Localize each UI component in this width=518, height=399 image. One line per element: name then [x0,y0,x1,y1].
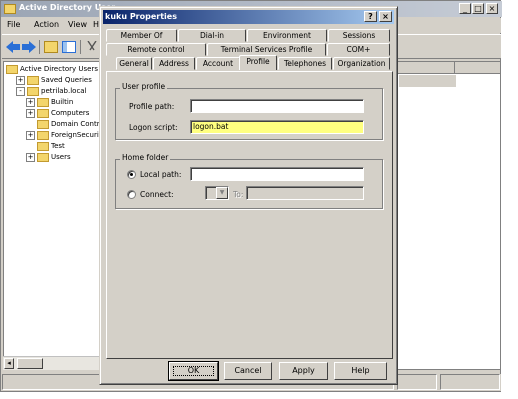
up-folder-icon[interactable] [44,41,58,53]
status-cell [440,374,500,390]
connect-radio[interactable] [127,190,136,199]
tree-item-label: Builtin [51,98,74,106]
forward-arrow-icon[interactable] [22,41,36,53]
selected-row[interactable] [399,75,456,87]
tab-remote-control[interactable]: Remote control [106,43,206,56]
tree-item-label: Saved Queries [41,76,92,84]
tree-item[interactable]: + Builtin [26,97,73,108]
toolbar-separator [39,40,40,54]
local-path-label: Local path: [140,170,182,179]
ok-button[interactable]: OK [168,361,219,381]
tree-item-label: Computers [51,109,90,117]
logon-script-field[interactable]: logon.bat [190,120,364,134]
cut-icon[interactable] [85,41,99,53]
tree-item[interactable]: + Saved Queries [16,75,92,86]
toolbar-separator [80,40,81,54]
show-tree-icon[interactable] [62,41,76,53]
chevron-down-icon[interactable]: ▼ [216,187,228,199]
back-arrow-icon[interactable] [6,41,20,53]
connect-to-field[interactable] [246,186,364,200]
apply-button[interactable]: Apply [279,362,328,380]
folder-icon [37,108,49,118]
scroll-left-button[interactable]: ◂ [4,358,14,369]
profile-path-label: Profile path: [129,102,175,111]
tree-item-label: Active Directory Users a [20,65,105,73]
local-path-field[interactable] [190,167,364,181]
close-title-button[interactable]: × [379,11,392,22]
tab-profile[interactable]: Profile [239,55,277,70]
tree-item[interactable]: + Users [26,152,71,163]
properties-dialog: kuku Properties ? × Member Of Dial-in En… [99,6,398,385]
details-pane[interactable] [397,61,501,370]
folder-icon [37,152,49,162]
dialog-titlebar[interactable]: kuku Properties ? × [103,10,394,24]
menu-action[interactable]: Action [34,20,59,29]
details-column-header[interactable] [398,62,500,74]
tab-telephones[interactable]: Telephones [278,57,332,70]
tree-item[interactable]: + Computers [26,108,89,119]
tab-organization[interactable]: Organization [333,57,390,70]
tab-member-of[interactable]: Member Of [106,29,177,42]
folder-icon [37,141,49,151]
tree-horizontal-scrollbar[interactable]: ◂ [3,356,111,370]
folder-icon [27,86,39,96]
tree-item-label: Test [51,142,65,150]
help-button[interactable]: Help [334,362,387,380]
profile-tab-panel: User profile Profile path: Logon script:… [106,71,393,359]
scroll-thumb[interactable] [17,358,43,369]
menu-view[interactable]: View [68,20,87,29]
tab-general[interactable]: General [116,57,152,70]
expand-icon[interactable]: + [26,152,35,162]
folder-icon [6,64,18,74]
focus-rectangle [173,366,214,376]
folder-icon [27,75,39,85]
logon-script-label: Logon script: [129,123,178,132]
connect-label: Connect: [140,190,174,199]
folder-icon [37,97,49,107]
tab-environment[interactable]: Environment [247,29,327,42]
expand-icon[interactable]: + [16,75,25,85]
tab-sessions[interactable]: Sessions [328,29,390,42]
help-title-button[interactable]: ? [364,11,377,22]
folder-icon [37,130,49,140]
minimize-button[interactable]: _ [459,3,471,14]
collapse-icon[interactable]: - [16,86,25,96]
console-tree[interactable]: Active Directory Users a + Saved Queries - p… [3,61,112,370]
tree-item-label: Users [51,153,71,161]
tab-dial-in[interactable]: Dial-in [178,29,246,42]
tab-address[interactable]: Address [153,57,195,70]
expand-icon[interactable]: + [26,97,35,107]
tree-item[interactable]: Active Directory Users a [6,64,104,75]
radio-selected-dot [130,173,133,176]
tree-item[interactable]: Test [26,141,65,152]
status-cell [397,374,437,390]
profile-path-field[interactable] [190,99,364,113]
tab-com-plus[interactable]: COM+ [327,43,390,56]
maximize-button[interactable]: □ [472,3,484,14]
folder-icon [37,119,49,129]
dialog-title: kuku Properties [105,12,177,21]
column-divider [454,62,455,74]
home-folder-legend: Home folder [120,153,171,162]
cancel-button[interactable]: Cancel [224,362,272,380]
user-profile-legend: User profile [120,82,168,91]
folder-icon [4,4,16,14]
tree-item[interactable]: + ForeignSecurityP [26,130,110,141]
tab-account[interactable]: Account [196,57,240,70]
menu-file[interactable]: File [7,20,20,29]
local-path-radio[interactable] [127,170,136,179]
tree-item-label: petrilab.local [41,87,87,95]
close-button[interactable]: × [486,3,498,14]
expand-icon[interactable]: + [26,108,35,118]
to-label: To: [233,190,244,199]
tree-item[interactable]: - petrilab.local [16,86,87,97]
expand-icon[interactable]: + [26,130,35,140]
